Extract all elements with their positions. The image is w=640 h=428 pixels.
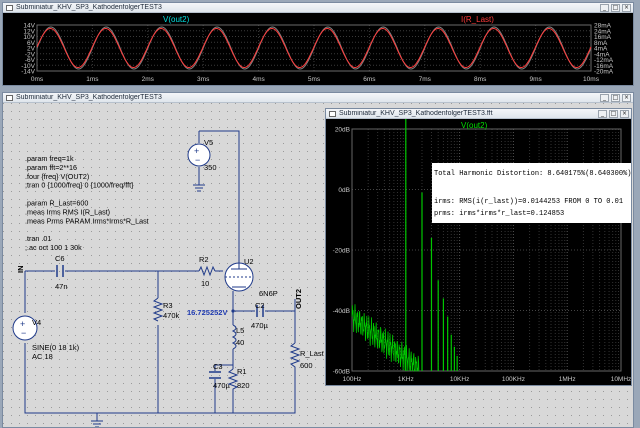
c6-value: 47n: [55, 282, 68, 291]
time-tick-label: 1ms: [86, 76, 99, 83]
fft-freq-tick-label: 10KHz: [450, 376, 470, 383]
fft-db-tick-label: 20dB: [335, 127, 350, 134]
out2-net-label: OUT2: [294, 289, 303, 309]
time-tick-label: 5ms: [308, 76, 321, 83]
fft-window-icon: [329, 110, 336, 117]
time-tick-label: 9ms: [529, 76, 542, 83]
waveform-titlebar[interactable]: Subminiatur_KHV_SP3_KathodenfolgerTEST3 …: [3, 3, 633, 13]
in-net-label: IN: [16, 266, 25, 274]
fft-plot[interactable]: 20dB 0dB -20dB -40dB -60dB 100Hz 1KHz 10KHz 100…: [326, 119, 631, 385]
directive-line: ;.ac oct 100 1 30k: [25, 243, 82, 252]
plot-window-icon: [6, 4, 13, 11]
directive-line: .four {freq} V(OUT2): [25, 172, 89, 181]
v5-label: V5: [204, 138, 213, 147]
fft-db-tick-label: -60dB: [333, 369, 350, 376]
svg-text:−: −: [195, 155, 200, 165]
time-tick-label: 10ms: [583, 76, 600, 83]
irms-readout: irms: RMS(i(r_last))=0.0144253 FROM 0 TO…: [434, 198, 623, 206]
c3-label: C3: [213, 362, 223, 371]
fft-db-tick-label: -40dB: [333, 308, 350, 315]
u2-label: U2: [244, 257, 254, 266]
fft-freq-tick-label: 1KHz: [398, 376, 414, 383]
fft-freq-tick-label: 100KHz: [502, 376, 525, 383]
l5-label: L5: [236, 326, 244, 335]
minimize-button[interactable]: _: [600, 93, 609, 102]
i-rlast-legend[interactable]: I(R_Last): [461, 15, 494, 24]
time-tick-label: 2ms: [142, 76, 155, 83]
waveform-window: Subminiatur_KHV_SP3_KathodenfolgerTEST3 …: [2, 2, 634, 86]
c2-value: 470µ: [251, 321, 269, 330]
c2-label: C2: [255, 301, 265, 310]
fft-window: Subminiatur_KHV_SP3_KathodenfolgerTEST3.…: [325, 108, 632, 386]
minimize-button[interactable]: _: [598, 109, 607, 118]
fft-freq-tick-label: 1MHz: [559, 376, 576, 383]
v4-value-ac: AC 18: [32, 352, 53, 361]
voltage-tick-label: -14V: [21, 69, 35, 76]
prms-readout: prms: irms*irms*r_last=0.124853: [434, 210, 564, 218]
thd-readout: Total Harmonic Distortion: 8.640175%(8.6…: [434, 170, 631, 178]
fft-db-tick-label: 0dB: [338, 187, 350, 194]
v5-value: 350: [204, 163, 217, 172]
r2-label: R2: [199, 255, 209, 264]
waveform-title: Subminiatur_KHV_SP3_KathodenfolgerTEST3: [16, 4, 162, 11]
time-tick-label: 8ms: [474, 76, 487, 83]
r1-value: 820: [237, 381, 250, 390]
rlast-value: 600: [300, 361, 313, 370]
close-button[interactable]: ×: [620, 109, 629, 118]
close-button[interactable]: ×: [622, 3, 631, 12]
r1-label: R1: [237, 367, 247, 376]
current-tick-label: -20mA: [594, 69, 614, 76]
c6-label: C6: [55, 254, 65, 263]
directive-line: .param fft=2**16: [25, 163, 77, 172]
fft-title: Subminiatur_KHV_SP3_KathodenfolgerTEST3.…: [339, 110, 493, 117]
u2-value: 6N6P: [259, 289, 278, 298]
v-out2-legend[interactable]: V(out2): [163, 15, 190, 24]
fft-trace-legend[interactable]: V(out2): [461, 121, 488, 130]
schematic-window-icon: [6, 94, 13, 101]
fft-freq-tick-label: 10MHz: [611, 376, 631, 383]
fft-freq-tick-label: 100Hz: [343, 376, 362, 383]
fft-titlebar[interactable]: Subminiatur_KHV_SP3_KathodenfolgerTEST3.…: [326, 109, 631, 119]
minimize-button[interactable]: _: [600, 3, 609, 12]
fft-db-tick-label: -20dB: [333, 248, 350, 255]
time-tick-label: 4ms: [252, 76, 265, 83]
r3-label: R3: [163, 301, 173, 310]
rlast-label: R_Last: [300, 349, 325, 358]
maximize-button[interactable]: □: [611, 3, 620, 12]
schematic-title: Subminiatur_KHV_SP3_KathodenfolgerTEST3: [16, 94, 162, 101]
directive-line: .tran .01: [25, 234, 51, 243]
schematic-titlebar[interactable]: Subminiatur_KHV_SP3_KathodenfolgerTEST3 …: [3, 93, 633, 103]
directive-line: .param R_Last=600: [25, 199, 88, 208]
directive-line: .param freq=1k: [25, 154, 74, 163]
r2-value: 10: [201, 279, 209, 288]
directive-line: .meas Prms PARAM Irms*Irms*R_Last: [25, 216, 149, 225]
time-tick-label: 0ms: [31, 76, 44, 83]
close-button[interactable]: ×: [622, 93, 631, 102]
maximize-button[interactable]: □: [609, 109, 618, 118]
v4-label: V4: [32, 318, 41, 327]
time-tick-label: 7ms: [419, 76, 432, 83]
time-tick-label: 6ms: [363, 76, 376, 83]
v4-value-sine: SINE(0 18 1k): [32, 343, 80, 352]
time-tick-label: 3ms: [197, 76, 210, 83]
l5-value: 40: [236, 338, 244, 347]
directive-line: ;tran 0 {1000/freq} 0 {1000/freq/fft}: [25, 181, 134, 190]
r3-value: 470k: [163, 311, 180, 320]
waveform-plot[interactable]: 14V12V10V6V2V-2V-6V-10V-14V 28mA24mA16mA…: [3, 13, 633, 85]
directive-line: .meas Irms RMS I(R_Last): [25, 207, 110, 216]
c3-value: 470µ: [213, 381, 231, 390]
node-voltage-readout: 16.725252V: [187, 308, 227, 317]
svg-text:−: −: [21, 328, 26, 338]
maximize-button[interactable]: □: [611, 93, 620, 102]
